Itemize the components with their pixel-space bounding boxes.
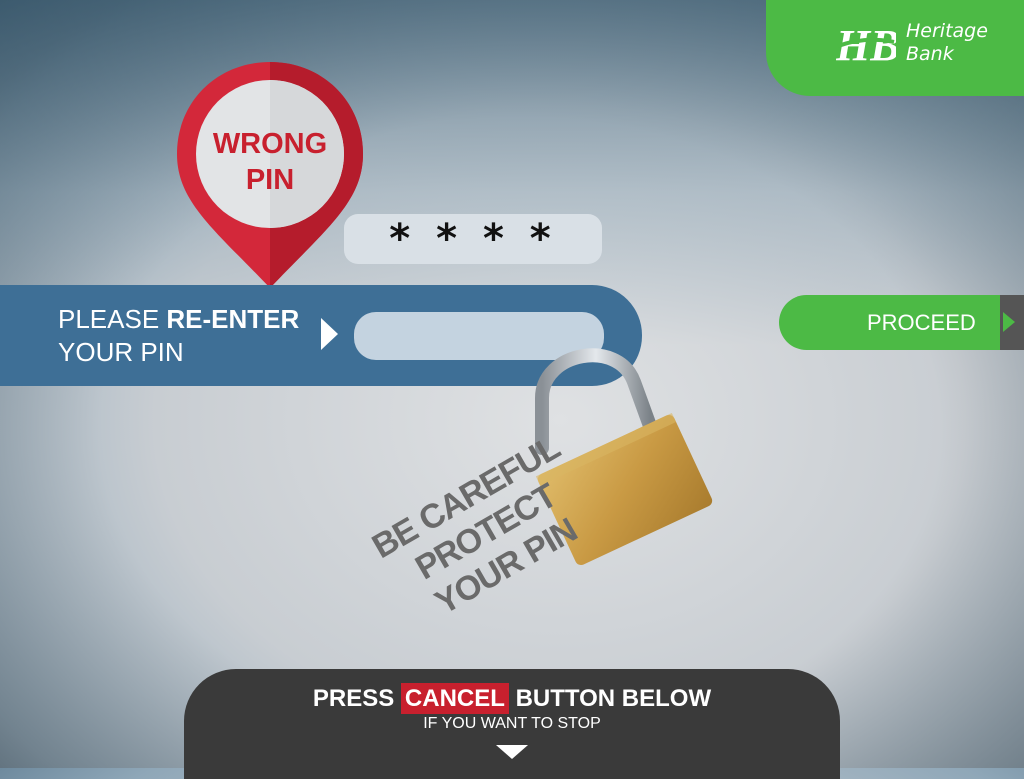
- wrong-pin-label: WRONG PIN: [190, 126, 350, 198]
- cancel-instruction-panel: PRESS CANCEL BUTTON BELOW IF YOU WANT TO…: [184, 669, 840, 779]
- prompt-line2: YOUR PIN: [58, 337, 184, 367]
- arrow-right-icon: [321, 318, 338, 350]
- prompt-line1-bold: RE-ENTER: [166, 304, 300, 334]
- protect-pin-warning: BE CAREFUL PROTECT YOUR PIN: [352, 420, 620, 644]
- proceed-label: PROCEED: [867, 310, 976, 335]
- wrong-pin-line2: PIN: [245, 164, 295, 196]
- cancel-subline: IF YOU WANT TO STOP: [423, 715, 601, 732]
- proceed-arrow-icon: [1000, 295, 1024, 350]
- brand-name-line2: Bank: [906, 43, 954, 65]
- arrow-down-icon: [496, 745, 528, 759]
- hb-logo-icon: HB: [836, 22, 896, 66]
- cancel-post: BUTTON BELOW: [508, 685, 712, 712]
- wrong-pin-line1: WRONG: [212, 128, 328, 160]
- cancel-pre: PRESS: [312, 685, 401, 712]
- brand-name-line1: Heritage: [906, 20, 988, 42]
- reenter-pin-prompt: PLEASE RE-ENTER YOUR PIN: [58, 303, 299, 369]
- cancel-highlight: CANCEL: [400, 683, 509, 714]
- brand-name: Heritage Bank: [906, 20, 988, 66]
- masked-pin-display: * * * *: [344, 214, 602, 264]
- proceed-button[interactable]: PROCEED: [779, 295, 1024, 350]
- prompt-line1-plain: PLEASE: [58, 304, 167, 334]
- cancel-instruction: PRESS CANCEL BUTTON BELOW: [184, 683, 840, 714]
- heritage-bank-logo: HB Heritage Bank: [766, 0, 1024, 96]
